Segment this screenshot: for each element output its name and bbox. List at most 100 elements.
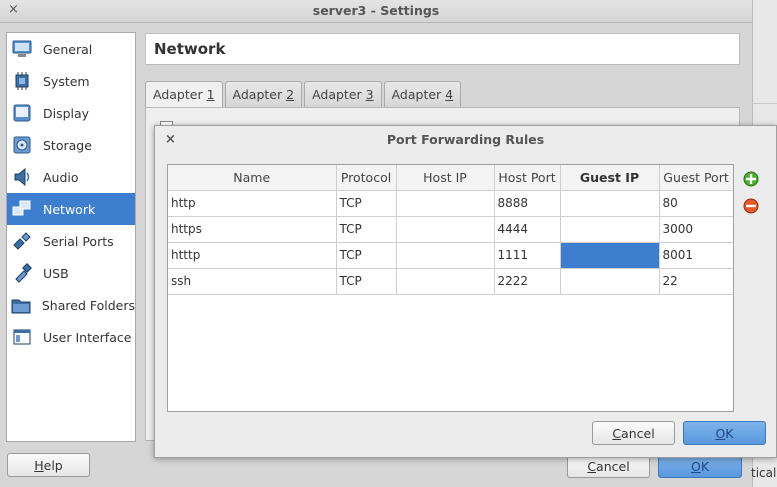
system-icon	[11, 70, 33, 92]
shared-folders-icon	[11, 294, 32, 316]
table-row[interactable]: htttp TCP 1111 8001	[168, 241, 733, 269]
sidebar-item-storage[interactable]: Storage	[7, 129, 135, 161]
sidebar-item-label: Shared Folders	[41, 297, 135, 313]
cell-protocol[interactable]: TCP	[335, 267, 397, 295]
cell-host-port[interactable]: 4444	[493, 215, 561, 243]
cell-name[interactable]: htttp	[168, 241, 337, 269]
window-title: server3 - Settings	[312, 3, 440, 18]
cell-host-ip[interactable]	[395, 267, 495, 295]
cell-protocol[interactable]: TCP	[335, 241, 397, 269]
cell-host-port[interactable]: 8888	[493, 189, 561, 217]
table-row[interactable]: ssh TCP 2222 22	[168, 267, 733, 295]
tab-shortcut-key: 2	[286, 87, 295, 102]
sidebar-item-label: USB	[43, 265, 69, 281]
cell-name[interactable]: https	[168, 215, 337, 243]
cell-guest-port[interactable]: 3000	[658, 215, 733, 243]
cell-protocol[interactable]: TCP	[335, 215, 397, 243]
divider	[753, 103, 777, 104]
column-header-guest-ip[interactable]: Guest IP	[559, 165, 660, 191]
sidebar-item-label: General	[43, 41, 93, 57]
tab-adapter-1[interactable]: Adapter 1	[145, 81, 223, 109]
cell-guest-port[interactable]: 22	[658, 267, 733, 295]
dialog-cancel-button[interactable]: Cancel	[592, 421, 675, 445]
tab-label: Adapter	[153, 87, 207, 102]
sidebar-item-display[interactable]: Display	[7, 97, 135, 129]
sidebar-item-label: Storage	[43, 137, 92, 153]
column-header-name[interactable]: Name	[168, 165, 337, 191]
remove-rule-icon[interactable]	[741, 196, 761, 216]
cell-protocol[interactable]: TCP	[335, 189, 397, 217]
ok-shortcut-key: O	[690, 459, 701, 474]
cell-guest-ip[interactable]	[559, 189, 660, 217]
help-shortcut-key: H	[34, 458, 44, 473]
sidebar-item-serial-ports[interactable]: Serial Ports	[7, 225, 135, 257]
storage-icon	[11, 134, 33, 156]
tab-adapter-2[interactable]: Adapter 2	[224, 81, 303, 107]
page-title: Network	[145, 33, 740, 65]
dialog-ok-button[interactable]: OK	[683, 421, 766, 445]
cell-host-port[interactable]: 1111	[493, 241, 561, 269]
tab-label: Adapter	[312, 87, 366, 102]
column-header-host-ip[interactable]: Host IP	[395, 165, 495, 191]
cell-guest-port[interactable]: 80	[658, 189, 733, 217]
sidebar-item-user-interface[interactable]: User Interface	[7, 321, 135, 353]
dialog-title: Port Forwarding Rules	[386, 132, 545, 147]
sidebar-item-network[interactable]: Network	[7, 193, 135, 225]
usb-icon	[11, 262, 33, 284]
column-header-protocol[interactable]: Protocol	[335, 165, 397, 191]
sidebar-item-usb[interactable]: USB	[7, 257, 135, 289]
port-forwarding-dialog: × Port Forwarding Rules Name Protocol Ho…	[154, 125, 777, 458]
table-row[interactable]: http TCP 8888 80	[168, 189, 733, 217]
tab-shortcut-key: 3	[365, 87, 374, 102]
ok-shortcut-key: O	[715, 426, 726, 441]
dialog-titlebar: × Port Forwarding Rules	[155, 126, 776, 153]
cell-guest-ip[interactable]	[559, 267, 660, 295]
sidebar-item-label: Display	[43, 105, 90, 121]
column-header-host-port[interactable]: Host Port	[493, 165, 561, 191]
cell-name[interactable]: ssh	[168, 267, 337, 295]
help-label: elp	[43, 458, 63, 473]
cell-host-port[interactable]: 2222	[493, 267, 561, 295]
column-header-guest-port[interactable]: Guest Port	[658, 165, 733, 191]
cancel-shortcut-key: C	[612, 426, 622, 441]
sidebar-item-general[interactable]: General	[7, 33, 135, 65]
cell-host-ip[interactable]	[395, 189, 495, 217]
ok-label: K	[725, 426, 734, 441]
sidebar-item-label: Serial Ports	[43, 233, 114, 249]
add-rule-icon[interactable]	[741, 169, 761, 189]
sidebar-item-label: Audio	[43, 169, 79, 185]
table-row[interactable]: https TCP 4444 3000	[168, 215, 733, 243]
cancel-label: ancel	[596, 459, 630, 474]
cell-guest-ip-selected[interactable]	[559, 241, 660, 269]
background-text-fragment: tical	[751, 466, 777, 480]
sidebar-item-shared-folders[interactable]: Shared Folders	[7, 289, 135, 321]
table-header-row: Name Protocol Host IP Host Port Guest IP…	[168, 165, 733, 191]
sidebar-item-system[interactable]: System	[7, 65, 135, 97]
cell-host-ip[interactable]	[395, 241, 495, 269]
sidebar-item-label: User Interface	[43, 329, 132, 345]
tab-adapter-4[interactable]: Adapter 4	[383, 81, 462, 107]
settings-sidebar: General System Display Storage Audio Net…	[6, 32, 136, 442]
serial-ports-icon	[11, 230, 33, 252]
tab-adapter-3[interactable]: Adapter 3	[304, 81, 382, 107]
general-icon	[11, 38, 33, 60]
cell-name[interactable]: http	[168, 189, 337, 217]
cell-guest-ip[interactable]	[559, 215, 660, 243]
cell-host-ip[interactable]	[395, 215, 495, 243]
audio-icon	[11, 166, 33, 188]
tab-label: Adapter	[391, 87, 446, 102]
rules-table: Name Protocol Host IP Host Port Guest IP…	[167, 164, 734, 412]
cell-guest-port[interactable]: 8001	[658, 241, 733, 269]
network-icon	[11, 198, 33, 220]
tab-shortcut-key: 4	[445, 87, 454, 102]
adapter-tabs: Adapter 1 Adapter 2 Adapter 3 Adapter 4	[145, 81, 463, 109]
sidebar-item-label: Network	[43, 201, 96, 217]
cancel-label: ancel	[621, 426, 655, 441]
display-icon	[11, 102, 33, 124]
help-button[interactable]: Help	[7, 453, 90, 477]
sidebar-item-audio[interactable]: Audio	[7, 161, 135, 193]
tab-shortcut-key: 1	[206, 87, 215, 102]
cancel-shortcut-key: C	[587, 459, 597, 474]
sidebar-item-label: System	[43, 73, 90, 89]
user-interface-icon	[11, 326, 33, 348]
